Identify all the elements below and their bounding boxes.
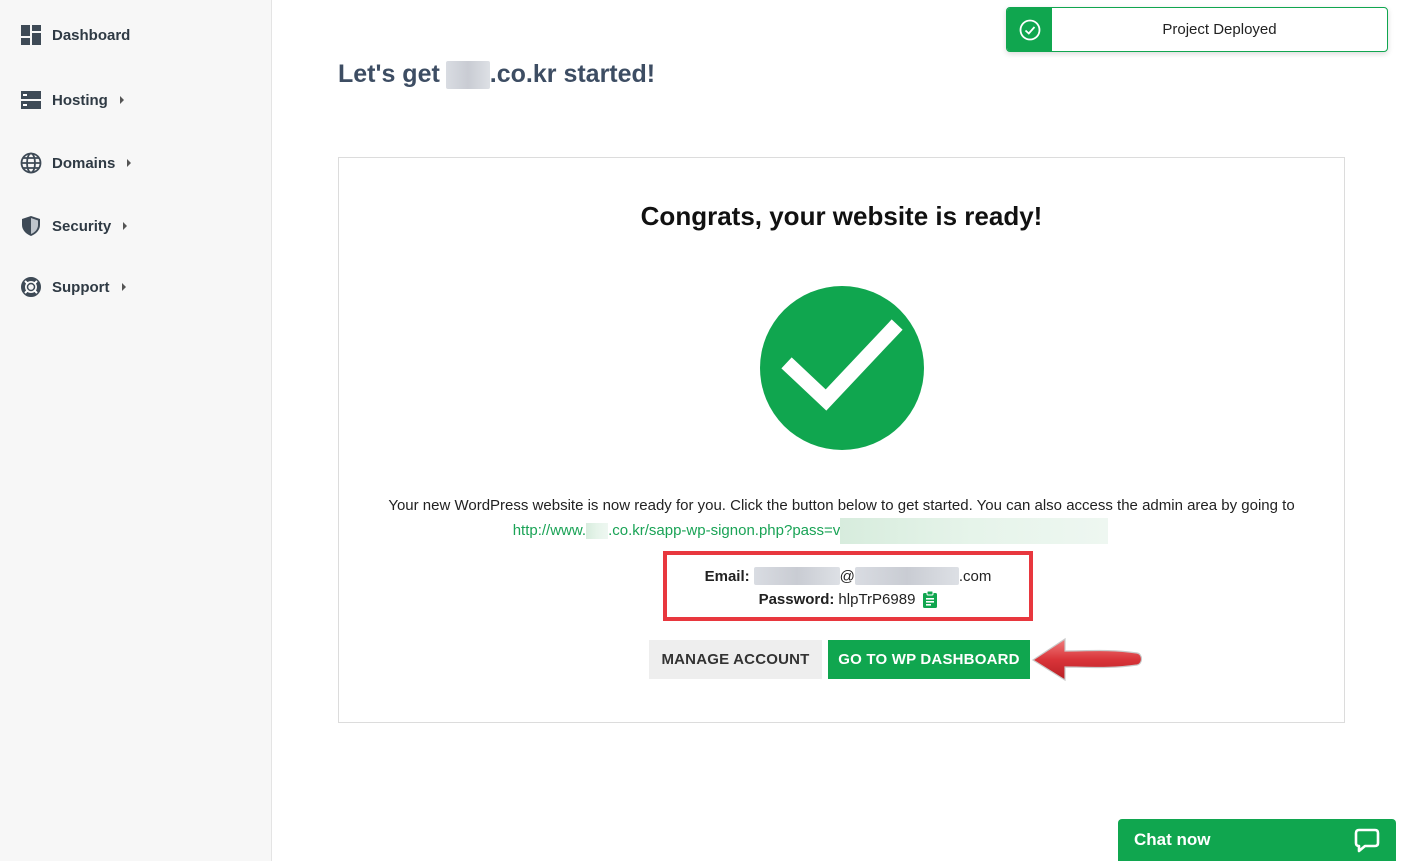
email-at: @ — [839, 567, 855, 585]
sidebar-item-security[interactable]: Security — [20, 214, 128, 238]
intro-text: Your new WordPress website is now ready … — [388, 497, 1295, 514]
check-circle-icon — [1007, 8, 1052, 51]
annotation-arrow-icon — [1031, 637, 1143, 682]
sidebar-item-label: Dashboard — [52, 26, 131, 44]
password-label: Password: — [758, 591, 835, 608]
caret-right-icon — [123, 222, 128, 230]
admin-link-prefix[interactable]: http://www. — [513, 519, 586, 543]
chat-label: Chat now — [1134, 830, 1211, 849]
server-icon — [20, 89, 42, 111]
sidebar-item-label: Domains — [52, 154, 116, 172]
dashboard-icon — [20, 24, 42, 46]
deploy-toast: Project Deployed — [1006, 7, 1388, 52]
admin-link[interactable]: http://www. .co.kr/sapp-wp-signon.php?pa… — [277, 518, 1344, 544]
redacted-email-user — [753, 567, 840, 585]
caret-right-icon — [127, 159, 132, 167]
sidebar-item-hosting[interactable]: Hosting — [20, 88, 124, 112]
shield-icon — [20, 215, 42, 237]
credentials-highlight: Email: @ .com Password: hlpTrP6989 — [663, 551, 1033, 621]
intro-block: Your new WordPress website is now ready … — [339, 494, 1344, 544]
wp-dashboard-button[interactable]: GO TO WP DASHBOARD — [828, 640, 1030, 679]
caret-right-icon — [121, 283, 126, 291]
password-row: Password: hlpTrP6989 — [667, 591, 1029, 608]
manage-account-button[interactable]: MANAGE ACCOUNT — [649, 640, 822, 679]
lifebuoy-icon — [20, 276, 42, 298]
chat-now-button[interactable]: Chat now — [1118, 819, 1396, 861]
toast-message: Project Deployed — [1162, 21, 1277, 38]
caret-right-icon — [119, 96, 124, 104]
redacted-domain — [445, 60, 490, 89]
success-check-icon — [760, 286, 924, 450]
globe-icon — [20, 152, 42, 174]
email-row: Email: @ .com — [667, 567, 1029, 585]
page-title-suffix: .co.kr started! — [489, 60, 656, 88]
sidebar-item-label: Support — [52, 278, 110, 296]
email-label: Email: — [704, 567, 750, 585]
sidebar-item-support[interactable]: Support — [20, 275, 126, 299]
sidebar-item-label: Security — [52, 217, 112, 235]
email-suffix: .com — [958, 567, 992, 585]
password-value: hlpTrP6989 — [838, 591, 916, 608]
redacted-email-domain — [854, 567, 959, 585]
sidebar-item-dashboard[interactable]: Dashboard — [20, 23, 130, 47]
clipboard-icon[interactable] — [923, 591, 938, 608]
page-title-prefix: Let's get — [338, 60, 440, 88]
redacted-domain — [586, 523, 609, 539]
redacted-token — [840, 518, 1109, 544]
sidebar-item-domains[interactable]: Domains — [20, 151, 132, 175]
sidebar-item-label: Hosting — [52, 91, 108, 109]
sidebar: Dashboard Hosting Domains Security Suppo… — [0, 0, 272, 861]
card-heading: Congrats, your website is ready! — [640, 201, 1043, 231]
website-ready-card: Congrats, your website is ready! Your ne… — [338, 157, 1345, 723]
page-title: Let's get .co.kr started! — [338, 60, 655, 89]
admin-link-path[interactable]: .co.kr/sapp-wp-signon.php?pass=v — [608, 519, 840, 543]
chat-bubble-icon — [1354, 827, 1380, 853]
